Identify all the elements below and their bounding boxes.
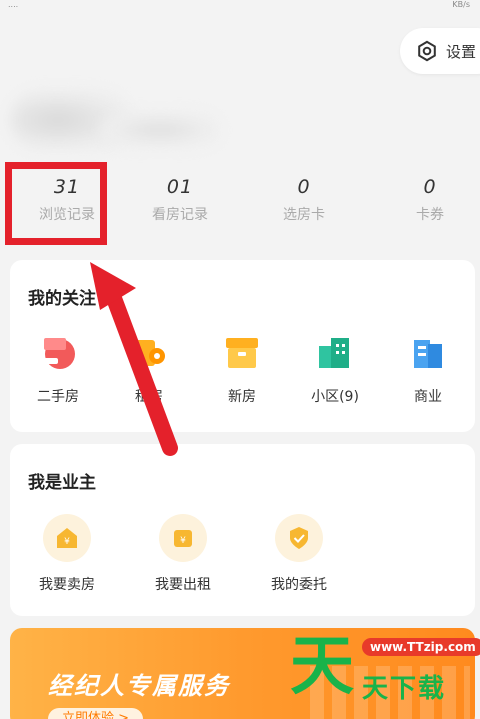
status-right: KB/s	[452, 0, 470, 9]
stat-value: 0	[423, 176, 437, 198]
settings-label: 设置	[446, 42, 477, 61]
owner-item-rent-out[interactable]: ¥ 我要出租	[138, 514, 228, 594]
follow-item-label: 二手房	[37, 389, 79, 405]
new-house-icon	[224, 334, 260, 372]
stat-label: 卡券	[416, 207, 444, 223]
stat-viewing-history[interactable]: 01 看房记录	[120, 176, 240, 224]
stat-value: 0	[297, 176, 311, 198]
watermark-url: www.TTzip.com	[362, 638, 480, 656]
community-icon	[317, 334, 353, 372]
owner-card: 我是业主 ¥ 我要卖房 ¥ 我要出租 我的委托	[10, 444, 475, 616]
stat-house-card[interactable]: 0 选房卡	[244, 176, 364, 224]
rent-out-icon: ¥	[159, 514, 207, 562]
follow-item-second-hand[interactable]: 二手房	[23, 334, 93, 406]
commercial-icon	[410, 334, 446, 372]
watermark-logo: 天	[290, 629, 354, 704]
card-title: 我的关注	[28, 289, 96, 309]
gear-icon	[418, 40, 436, 62]
card-title: 我是业主	[28, 473, 96, 493]
follow-item-commercial[interactable]: 商业	[393, 334, 463, 406]
my-follow-card: 我的关注 二手房 租房 新房 小区(9) 商业	[10, 260, 475, 432]
entrust-icon	[275, 514, 323, 562]
status-bar: .... KB/s	[0, 0, 480, 10]
stat-value: 01	[166, 176, 194, 198]
owner-item-label: 我要卖房	[39, 577, 95, 593]
owner-item-sell[interactable]: ¥ 我要卖房	[22, 514, 112, 594]
second-hand-house-icon	[40, 334, 76, 372]
profile-area[interactable]	[10, 82, 225, 162]
svg-text:¥: ¥	[64, 537, 70, 547]
stat-label: 选房卡	[283, 207, 325, 223]
banner-title: 经纪人专属服务	[48, 672, 230, 700]
stat-coupons[interactable]: 0 卡券	[370, 176, 480, 224]
rent-house-icon	[131, 334, 167, 372]
settings-button[interactable]: 设置	[400, 28, 480, 74]
username-blurred	[100, 112, 220, 148]
sell-house-icon: ¥	[43, 514, 91, 562]
follow-item-new[interactable]: 新房	[207, 334, 277, 406]
owner-item-label: 我的委托	[271, 577, 327, 593]
follow-item-community[interactable]: 小区(9)	[300, 334, 370, 406]
watermark-text: 天下载	[362, 674, 447, 704]
status-left: ....	[8, 0, 19, 9]
svg-text:¥: ¥	[180, 536, 186, 546]
follow-item-label: 小区(9)	[311, 389, 359, 405]
stat-label: 看房记录	[152, 207, 208, 223]
follow-item-rent[interactable]: 租房	[114, 334, 184, 406]
follow-item-label: 商业	[414, 389, 442, 405]
owner-item-label: 我要出租	[155, 577, 211, 593]
owner-item-entrust[interactable]: 我的委托	[254, 514, 344, 594]
follow-item-label: 新房	[228, 389, 256, 405]
highlight-box	[5, 162, 107, 245]
watermark: 天 www.TTzip.com 天下载	[290, 632, 480, 719]
follow-item-label: 租房	[135, 389, 163, 405]
banner-cta-button[interactable]: 立即体验 >	[48, 708, 144, 719]
